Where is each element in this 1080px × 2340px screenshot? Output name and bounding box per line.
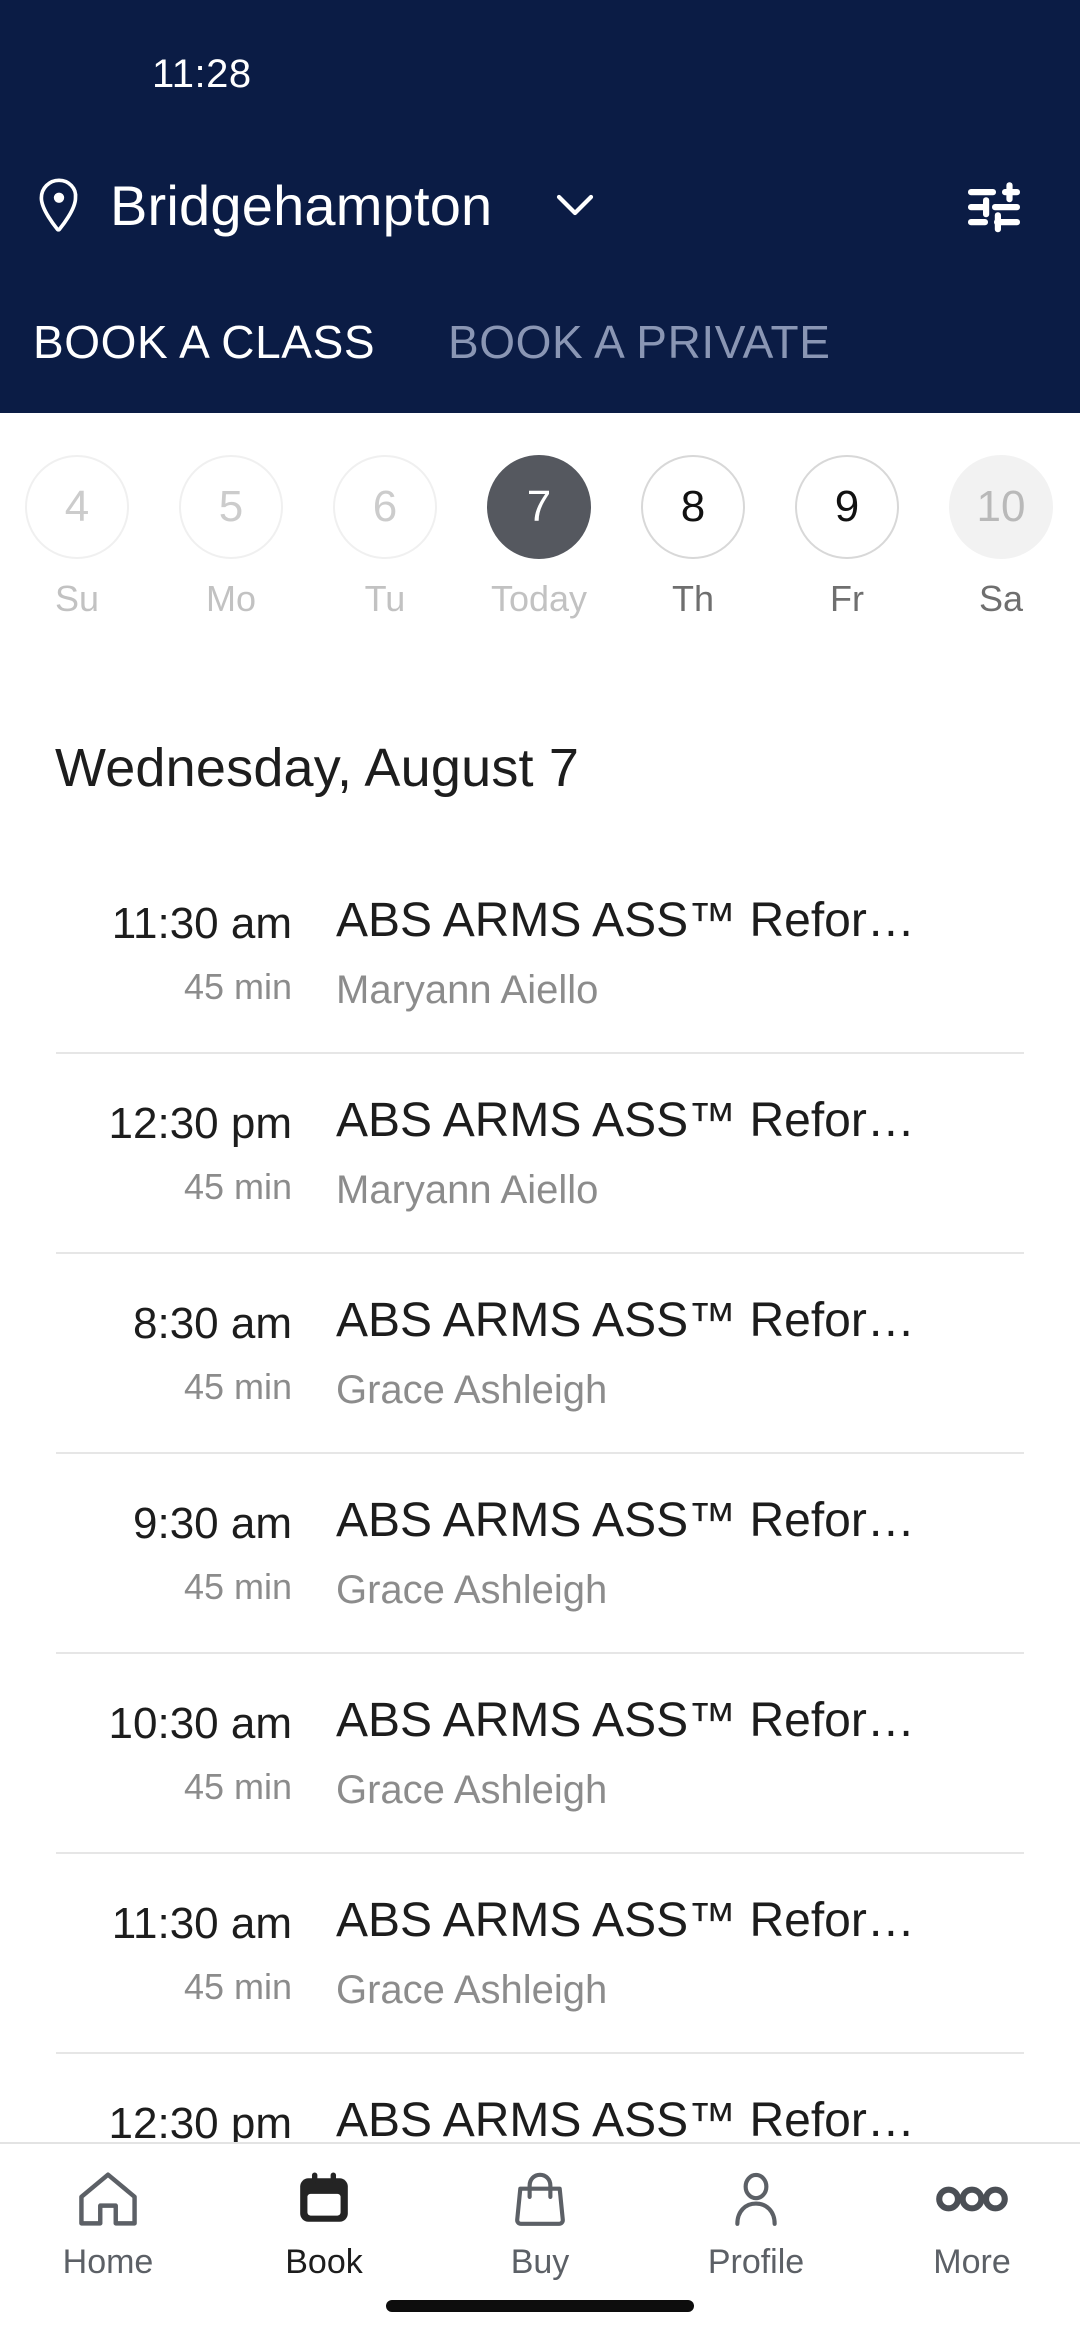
class-row[interactable]: 8:30 am 45 min ABS ARMS ASS™ Refor… Grac… [0,1252,1080,1452]
class-title: ABS ARMS ASS™ Refor… [336,894,915,947]
booking-tabs: BOOK A CLASS BOOK A PRIVATE [0,305,1080,385]
date-weekday: Mo [205,578,256,619]
class-instructor: Grace Ashleigh [336,1768,608,1812]
three-dots-icon [864,2166,1080,2232]
home-icon [0,2166,216,2232]
location-selector[interactable]: Bridgehampton [0,165,1080,249]
class-row[interactable]: 9:30 am 45 min ABS ARMS ASS™ Refor… Grac… [0,1452,1080,1652]
class-title: ABS ARMS ASS™ Refor… [336,1094,915,1147]
date-number: 5 [179,455,283,559]
class-row[interactable]: 10:30 am 45 min ABS ARMS ASS™ Refor… Gra… [0,1652,1080,1852]
tune-sliders-icon[interactable] [964,179,1024,235]
calendar-icon [216,2166,432,2232]
date-number: 7 [487,455,591,559]
class-duration: 45 min [183,1966,292,2007]
date-number: 10 [949,455,1053,559]
date-number: 4 [25,455,129,559]
class-schedule-list[interactable]: 11:30 am 45 min ABS ARMS ASS™ Refor… Mar… [0,852,1080,2150]
nav-label-more: More [933,2243,1011,2281]
chevron-down-icon[interactable] [555,191,595,219]
date-cell-5[interactable]: 5 Mo [154,455,308,655]
nav-item-book[interactable]: Book [216,2144,432,2304]
class-instructor: Grace Ashleigh [336,1968,608,2012]
class-time: 9:30 am [133,1499,292,1548]
nav-label-profile: Profile [707,2243,805,2281]
day-heading: Wednesday, August 7 [55,738,580,798]
nav-item-buy[interactable]: Buy [432,2144,648,2304]
date-cell-6[interactable]: 6 Tu [308,455,462,655]
class-duration: 45 min [183,1766,292,1807]
class-title: ABS ARMS ASS™ Refor… [336,2094,915,2147]
class-row[interactable]: 11:30 am 45 min ABS ARMS ASS™ Refor… Gra… [0,1852,1080,2052]
date-cell-8[interactable]: 8 Th [616,455,770,655]
date-weekday: Fr [830,578,864,619]
class-time: 12:30 pm [108,1099,292,1148]
class-time: 11:30 am [111,899,292,948]
home-indicator [386,2300,694,2312]
date-weekday: Today [490,578,588,619]
nav-label-book: Book [285,2243,363,2281]
app-header: 11:28 Bridgehampton BOOK A CLASS BOOK A … [0,0,1080,413]
app-screen: 11:28 Bridgehampton BOOK A CLASS BOOK A … [0,0,1080,2340]
class-title: ABS ARMS ASS™ Refor… [336,1894,915,1947]
class-time: 8:30 am [133,1299,292,1348]
class-title: ABS ARMS ASS™ Refor… [336,1694,915,1747]
date-cell-7-today-selected[interactable]: 7 Today [462,455,616,655]
location-name: Bridgehampton [110,174,493,237]
date-weekday: Su [54,578,100,619]
status-time: 11:28 [152,52,252,96]
class-row[interactable]: 12:30 pm 45 min ABS ARMS ASS™ Refor… Mar… [0,1052,1080,1252]
nav-item-home[interactable]: Home [0,2144,216,2304]
shopping-bag-icon [432,2166,648,2232]
class-instructor: Grace Ashleigh [336,1568,608,1612]
date-number: 8 [641,455,745,559]
date-cell-9[interactable]: 9 Fr [770,455,924,655]
class-duration: 45 min [183,1366,292,1407]
date-weekday: Sa [978,578,1024,619]
date-weekday: Th [671,578,714,619]
status-bar: 11:28 [0,44,1080,104]
class-duration: 45 min [183,966,292,1007]
date-strip[interactable]: 4 Su 5 Mo 6 Tu 7 Today 8 Th 9 Fr 10 Sa [0,455,1080,655]
class-row[interactable]: 12:30 pm 45 min ABS ARMS ASS™ Refor… [0,2052,1080,2150]
class-instructor: Maryann Aiello [336,968,599,1012]
date-weekday: Tu [364,578,406,619]
tab-book-a-private[interactable]: BOOK A PRIVATE [448,305,831,379]
nav-item-more[interactable]: More [864,2144,1080,2304]
class-title: ABS ARMS ASS™ Refor… [336,1294,915,1347]
person-icon [648,2166,864,2232]
class-duration: 45 min [183,1166,292,1207]
nav-label-buy: Buy [510,2243,570,2281]
class-time: 11:30 am [111,1899,292,1948]
class-row[interactable]: 11:30 am 45 min ABS ARMS ASS™ Refor… Mar… [0,852,1080,1052]
class-time: 10:30 am [108,1699,292,1748]
class-instructor: Grace Ashleigh [336,1368,608,1412]
class-title: ABS ARMS ASS™ Refor… [336,1494,915,1547]
nav-item-profile[interactable]: Profile [648,2144,864,2304]
tab-book-a-class[interactable]: BOOK A CLASS [33,305,375,379]
date-number: 9 [795,455,899,559]
date-cell-10[interactable]: 10 Sa [924,455,1078,655]
class-instructor: Maryann Aiello [336,1168,599,1212]
date-number: 6 [333,455,437,559]
nav-label-home: Home [62,2243,154,2281]
date-cell-4[interactable]: 4 Su [0,455,154,655]
location-pin-icon [36,177,82,235]
class-duration: 45 min [183,1566,292,1607]
